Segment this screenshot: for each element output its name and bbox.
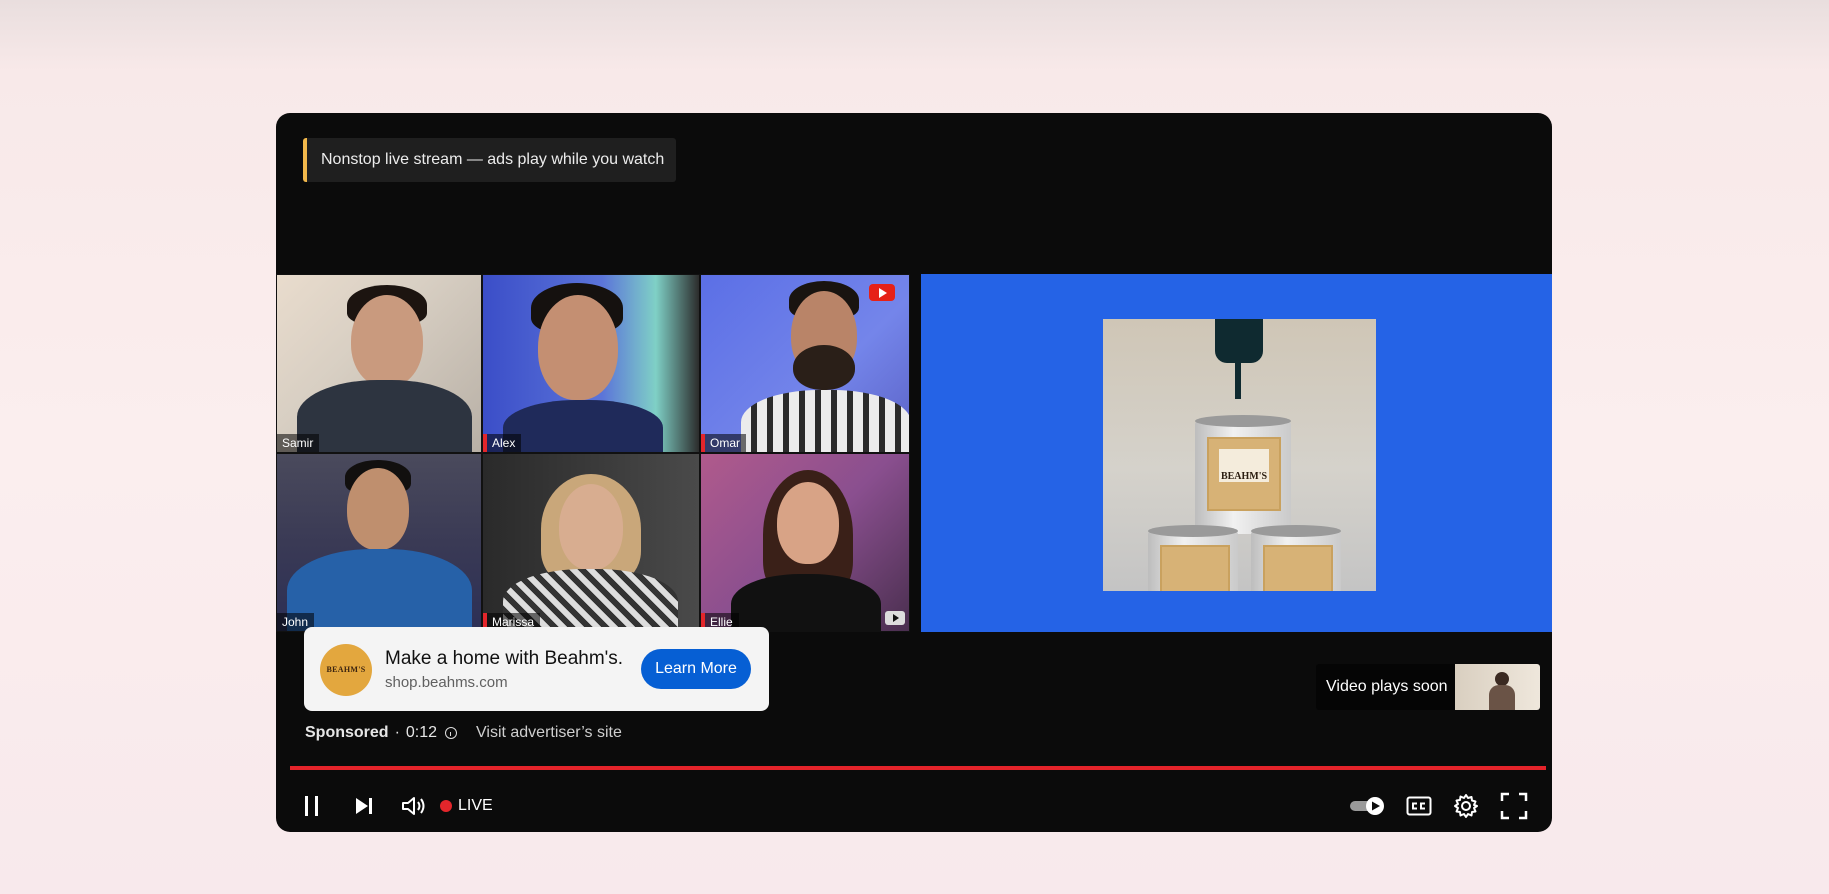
participant-tile-samir: Samir [276, 274, 482, 453]
next-button[interactable] [348, 781, 380, 831]
sponsored-label: Sponsored [305, 724, 389, 741]
product-image: BEAHM'S [1103, 319, 1376, 591]
visit-advertiser-link[interactable]: Visit advertiser’s site [476, 724, 622, 742]
autoplay-toggle[interactable] [1348, 781, 1388, 831]
product-brand: BEAHM'S [1220, 471, 1268, 483]
participant-tile-omar: Omar [700, 274, 910, 453]
youtube-icon [885, 611, 905, 625]
participant-tile-alex: Alex [482, 274, 700, 453]
settings-gear-icon [1454, 794, 1478, 818]
learn-more-button[interactable]: Learn More [641, 649, 751, 689]
ad-countdown: 0:12 [405, 724, 438, 741]
live-label: LIVE [458, 797, 493, 814]
participant-tile-john: John [276, 453, 482, 632]
participant-tile-marissa: Marissa [482, 453, 700, 632]
ad-video-panel: BEAHM'S [921, 274, 1552, 632]
ad-card[interactable]: BEAHM'S Make a home with Beahm's. shop.b… [304, 627, 769, 711]
participant-name: Alex [483, 434, 522, 452]
progress-bar[interactable] [290, 766, 1546, 770]
participant-grid: Samir Alex Omar John Marissa Ellie [276, 274, 910, 632]
youtube-icon [869, 284, 895, 301]
ad-title: Make a home with Beahm's. [385, 648, 624, 669]
pause-icon [305, 796, 318, 816]
pause-button[interactable] [296, 781, 328, 831]
volume-button[interactable] [396, 781, 432, 831]
live-dot-icon [440, 800, 452, 812]
ad-url: shop.beahms.com [385, 674, 508, 691]
up-next-preview[interactable]: Video plays soon [1316, 664, 1540, 710]
next-icon [356, 798, 372, 814]
stream-notice: Nonstop live stream — ads play while you… [303, 138, 676, 182]
settings-button[interactable] [1448, 781, 1484, 831]
up-next-label: Video plays soon [1326, 678, 1448, 695]
participant-name: Samir [277, 434, 320, 452]
fullscreen-icon [1500, 792, 1528, 820]
captions-icon [1406, 796, 1432, 816]
separator: · [394, 724, 400, 741]
autoplay-toggle-icon [1350, 797, 1384, 815]
advertiser-logo[interactable]: BEAHM'S [320, 644, 372, 696]
captions-button[interactable] [1402, 781, 1436, 831]
participant-name: Omar [701, 434, 746, 452]
volume-icon [402, 797, 425, 815]
video-player[interactable]: Nonstop live stream — ads play while you… [276, 113, 1552, 832]
info-icon[interactable] [445, 727, 458, 739]
fullscreen-button[interactable] [1496, 781, 1532, 831]
control-bar: LIVE [276, 781, 1552, 831]
live-indicator[interactable]: LIVE [440, 781, 500, 831]
up-next-thumbnail[interactable] [1455, 664, 1540, 710]
sponsored-info: Sponsored · 0:12 [305, 724, 458, 742]
participant-tile-ellie: Ellie [700, 453, 910, 632]
